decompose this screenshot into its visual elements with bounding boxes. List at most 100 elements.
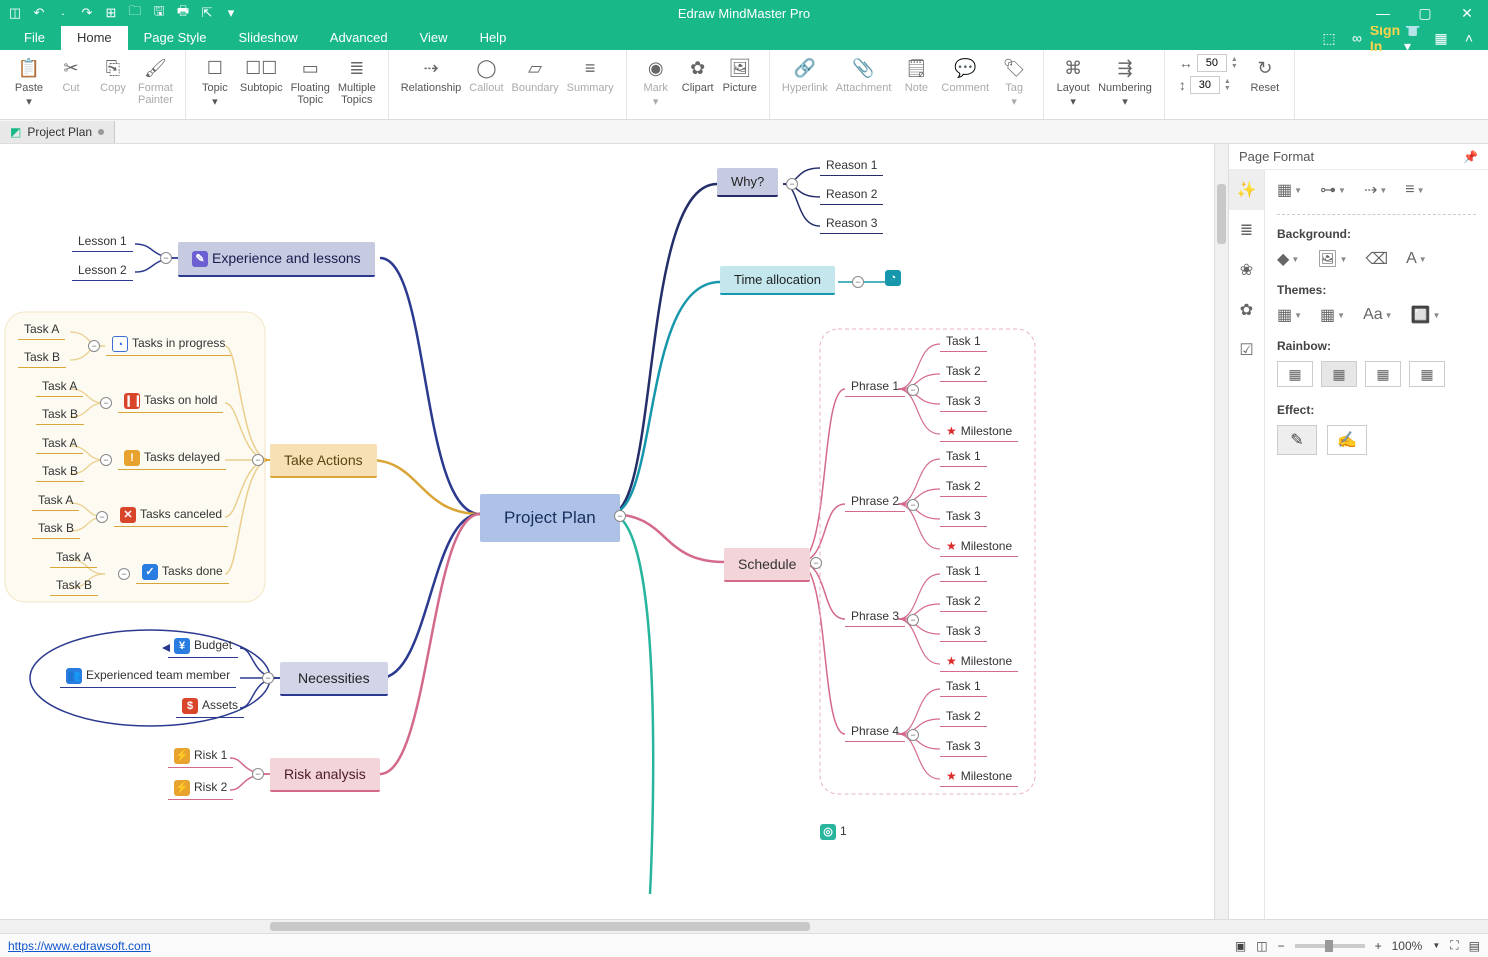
undo-icon[interactable]: ↶	[30, 4, 48, 22]
theme-font-button[interactable]: Aa▼	[1363, 305, 1393, 325]
apps-icon[interactable]: ▦	[1432, 29, 1450, 47]
leaf-p3-m[interactable]: ★Milestone	[940, 652, 1018, 672]
copy-button[interactable]: ⎘Copy	[92, 54, 134, 96]
leaf-phrase4[interactable]: Phrase 4	[845, 722, 905, 742]
leaf-pA1[interactable]: Task A	[18, 320, 65, 340]
zoom-slider[interactable]	[1295, 944, 1365, 948]
canvas[interactable]: Project Plan − Why? − Reason 1 Reason 2 …	[0, 144, 1214, 919]
open-icon[interactable]: 🗀	[126, 4, 144, 22]
collapse-ribbon-icon[interactable]: ˄	[1460, 29, 1478, 47]
leaf-p4-t2[interactable]: Task 2	[940, 707, 987, 727]
leaf-lesson1[interactable]: Lesson 1	[72, 232, 133, 252]
leaf-reason1[interactable]: Reason 1	[820, 156, 883, 176]
watermark-button[interactable]: A▼	[1406, 249, 1427, 269]
theme-1-button[interactable]: ▦▼	[1277, 305, 1302, 325]
leaf-hold[interactable]: ❙❙Tasks on hold	[118, 391, 223, 413]
clipart-button[interactable]: ✿Clipart	[677, 54, 719, 96]
collapse-phrase1[interactable]: −	[907, 384, 919, 396]
leaf-assets[interactable]: $Assets	[176, 696, 244, 718]
leaf-p3-t1[interactable]: Task 1	[940, 562, 987, 582]
leaf-p4-m[interactable]: ★Milestone	[940, 767, 1018, 787]
page-view-icon[interactable]: ▣	[1235, 939, 1246, 953]
callout-button[interactable]: ◯Callout	[465, 54, 507, 96]
connector-button[interactable]: ⊶▼	[1320, 180, 1346, 200]
zoom-in-icon[interactable]: +	[1375, 939, 1382, 953]
vspace-stepper[interactable]: ▲▼	[1224, 78, 1231, 92]
note-button[interactable]: 🗒Note	[895, 54, 937, 96]
multiple-topics-button[interactable]: ≣Multiple Topics	[334, 54, 380, 108]
rainbow-4[interactable]: ▦	[1409, 361, 1445, 387]
status-link[interactable]: https://www.edrawsoft.com	[8, 939, 151, 953]
leaf-pB5[interactable]: Task B	[50, 576, 98, 596]
attachment-button[interactable]: 📎Attachment	[832, 54, 896, 96]
leaf-reason3[interactable]: Reason 3	[820, 214, 883, 234]
picture-button[interactable]: 🖼Picture	[719, 54, 761, 96]
collapse-nec[interactable]: −	[262, 672, 274, 684]
collapse-why[interactable]: −	[786, 178, 798, 190]
leaf-pB3[interactable]: Task B	[36, 462, 84, 482]
print-icon[interactable]: 🖶	[174, 4, 192, 22]
leaf-pA2[interactable]: Task A	[36, 377, 83, 397]
collapse-hold[interactable]: −	[100, 397, 112, 409]
rtab-outline[interactable]: ≣	[1229, 210, 1264, 250]
rtab-task[interactable]: ☑	[1229, 330, 1264, 370]
zoom-value[interactable]: 100%	[1392, 939, 1423, 953]
leaf-risk2[interactable]: ⚡Risk 2	[168, 778, 233, 800]
leaf-phrase3[interactable]: Phrase 3	[845, 607, 905, 627]
collapse-take[interactable]: −	[252, 454, 264, 466]
leaf-pB4[interactable]: Task B	[32, 519, 80, 539]
node-center[interactable]: Project Plan	[480, 494, 620, 542]
leaf-p2-m[interactable]: ★Milestone	[940, 537, 1018, 557]
leaf-p3-t2[interactable]: Task 2	[940, 592, 987, 612]
pin-icon[interactable]: 📌	[1463, 150, 1478, 164]
rtab-format[interactable]: ✨	[1229, 170, 1264, 210]
bg-image-button[interactable]: 🖼▼	[1317, 249, 1347, 269]
map-style-button[interactable]: ⇢▼	[1364, 180, 1387, 200]
mark-button[interactable]: ◉Mark▾	[635, 54, 677, 110]
collapse-risk[interactable]: −	[252, 768, 264, 780]
bg-remove-button[interactable]: ⌫	[1365, 249, 1388, 269]
leaf-pA4[interactable]: Task A	[32, 491, 79, 511]
tab-pagestyle[interactable]: Page Style	[128, 26, 223, 50]
tag-button[interactable]: 🏷Tag▾	[993, 54, 1035, 110]
new-icon[interactable]: ⊞	[102, 4, 120, 22]
fit-icon[interactable]: ◫	[1256, 939, 1267, 953]
comment-button[interactable]: 💬Comment	[937, 54, 993, 96]
collapse-progress[interactable]: −	[88, 340, 100, 352]
leaf-p4-t3[interactable]: Task 3	[940, 737, 987, 757]
rainbow-2[interactable]: ▦	[1321, 361, 1357, 387]
tab-slideshow[interactable]: Slideshow	[223, 26, 314, 50]
vspace-input[interactable]	[1190, 76, 1220, 94]
node-why[interactable]: Why?	[717, 168, 778, 197]
leaf-p2-t3[interactable]: Task 3	[940, 507, 987, 527]
theme-color-button[interactable]: 🔲▼	[1411, 305, 1441, 325]
node-nec[interactable]: Necessities	[280, 662, 388, 696]
tab-home[interactable]: Home	[61, 26, 128, 50]
summary-button[interactable]: ≡Summary	[563, 54, 618, 96]
paste-button[interactable]: 📋Paste▾	[8, 54, 50, 110]
reset-button[interactable]: ↻Reset	[1244, 54, 1286, 96]
leaf-team[interactable]: 👥Experienced team member	[60, 666, 236, 688]
rtab-icons[interactable]: ✿	[1229, 290, 1264, 330]
qa-more-icon[interactable]: ▾	[222, 4, 240, 22]
account-icon[interactable]: 👕▾	[1404, 29, 1422, 47]
zoom-out-icon[interactable]: −	[1278, 939, 1285, 953]
collapse-schedule[interactable]: −	[810, 557, 822, 569]
panels-icon[interactable]: ▤	[1469, 939, 1480, 953]
rtab-style[interactable]: ❀	[1229, 250, 1264, 290]
share-icon[interactable]: ∞	[1348, 29, 1366, 47]
leaf-p4-t1[interactable]: Task 1	[940, 677, 987, 697]
redo-icon[interactable]: ↷	[78, 4, 96, 22]
leaf-pA3[interactable]: Task A	[36, 434, 83, 454]
leaf-phrase1[interactable]: Phrase 1	[845, 377, 905, 397]
effect-sketch[interactable]: ✍	[1327, 425, 1367, 455]
leaf-pA5[interactable]: Task A	[50, 548, 97, 568]
leaf-progress[interactable]: ◔Tasks in progress	[106, 334, 231, 356]
rainbow-3[interactable]: ▦	[1365, 361, 1401, 387]
floating-topic-button[interactable]: ▭Floating Topic	[287, 54, 334, 108]
tab-help[interactable]: Help	[464, 26, 523, 50]
relationship-button[interactable]: ⇢Relationship	[397, 54, 466, 96]
collapse-center-right[interactable]: −	[614, 510, 626, 522]
layout-button[interactable]: ⌘Layout▾	[1052, 54, 1094, 110]
vertical-scrollbar[interactable]	[1214, 144, 1228, 919]
